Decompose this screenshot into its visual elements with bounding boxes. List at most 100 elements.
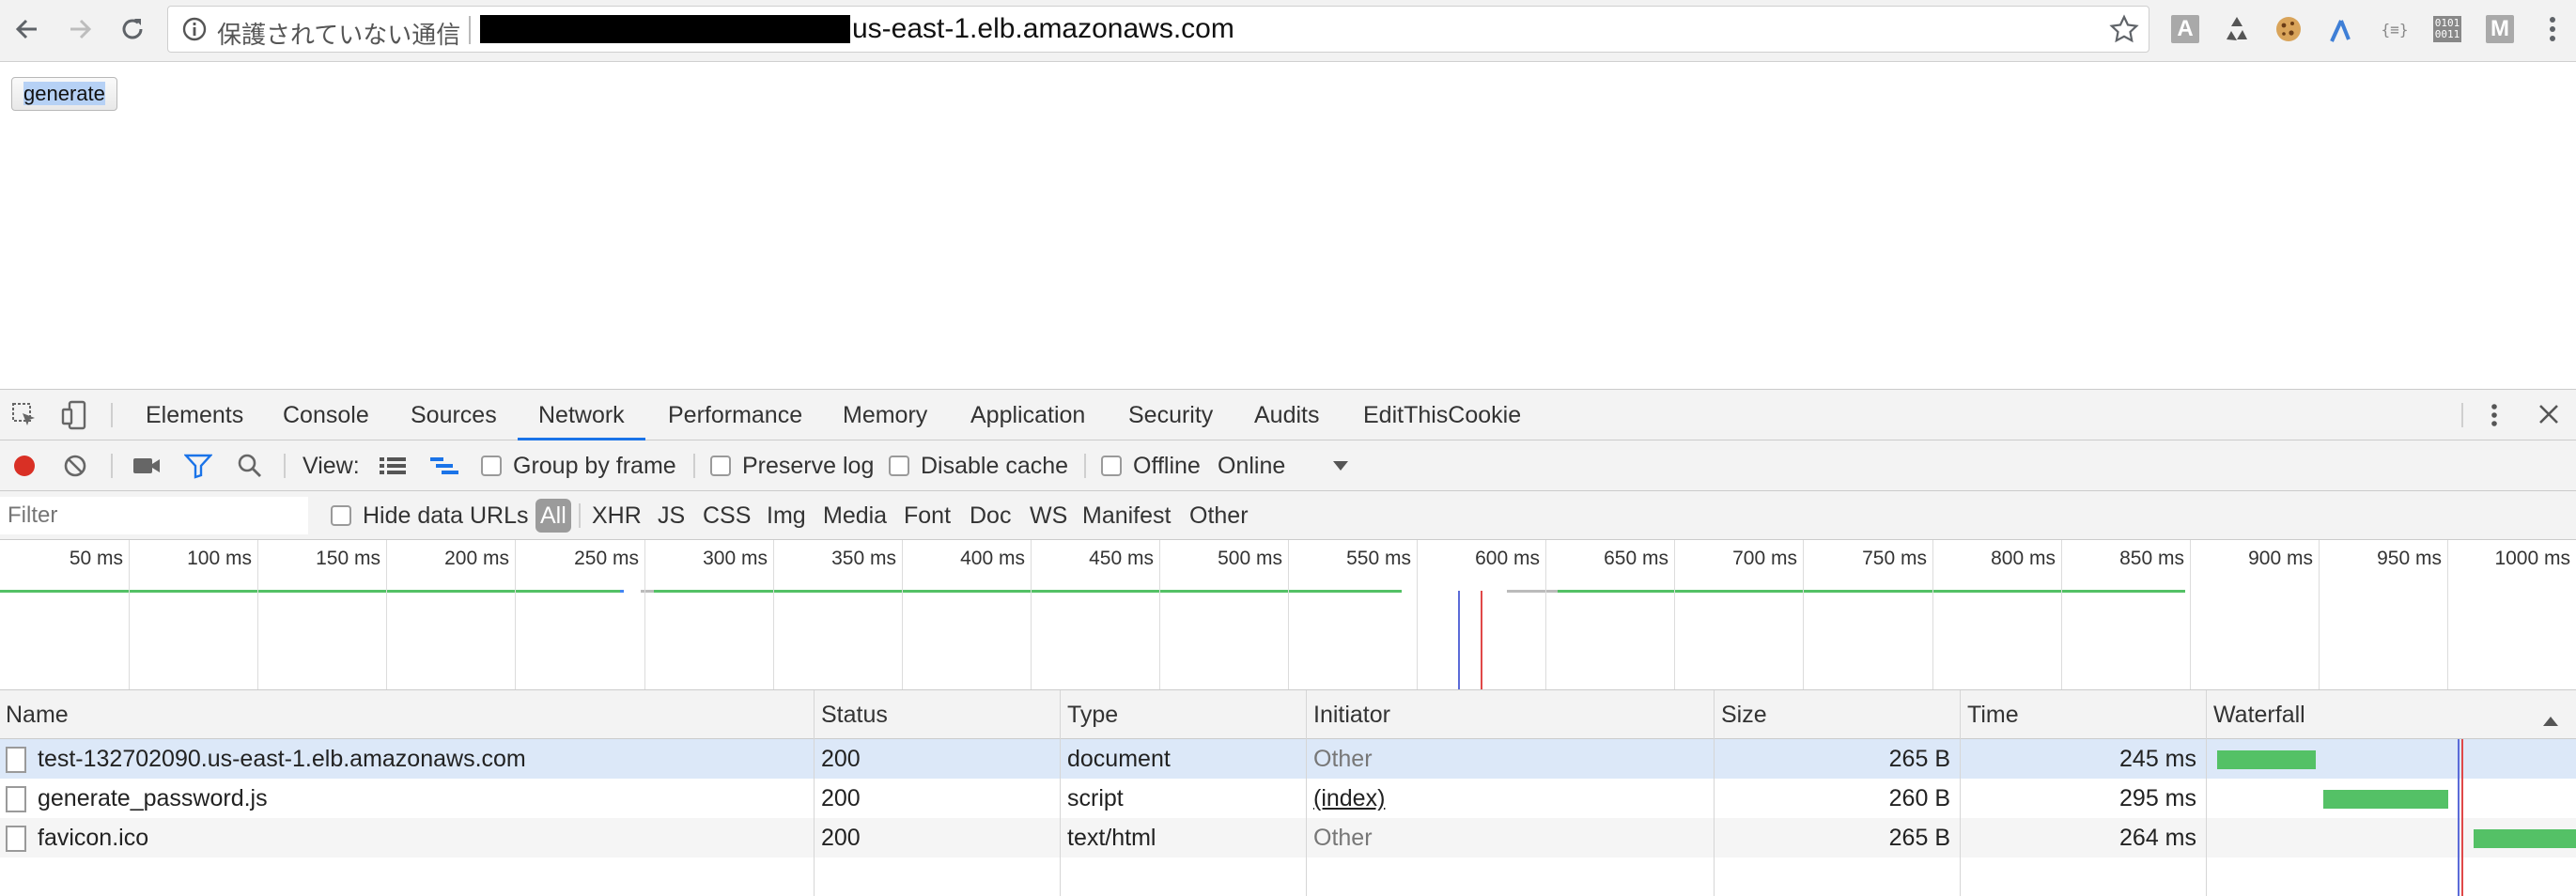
waterfall-bar — [2474, 829, 2576, 848]
filter-input[interactable] — [0, 497, 308, 534]
overview-tick-label: 200 ms — [444, 548, 509, 569]
sort-ascending-icon[interactable] — [2542, 707, 2559, 734]
hide-data-urls-checkbox[interactable]: Hide data URLs — [331, 491, 528, 540]
devtools-menu-icon[interactable] — [2490, 402, 2499, 433]
type-filter-all[interactable]: All — [535, 499, 571, 533]
extension-a-icon[interactable]: A — [2165, 9, 2205, 49]
forward-button[interactable] — [58, 8, 101, 51]
overview-tick-label: 400 ms — [960, 548, 1025, 569]
type-filter-font[interactable]: Font — [904, 491, 951, 540]
binary-icon[interactable]: 0101 0011 — [2428, 9, 2467, 49]
tab-sources[interactable]: Sources — [411, 390, 497, 440]
url-text[interactable]: us-east-1.elb.amazonaws.com — [852, 13, 1234, 45]
column-initiator[interactable]: Initiator — [1308, 690, 1390, 739]
overview-gridline — [1932, 540, 1933, 689]
overview-gridline — [773, 540, 774, 689]
overview-gridline — [515, 540, 516, 689]
omnibox-divider — [469, 16, 471, 44]
tab-performance[interactable]: Performance — [668, 390, 802, 440]
tab-elements[interactable]: Elements — [146, 390, 243, 440]
recycle-icon[interactable] — [2217, 9, 2257, 49]
tab-application[interactable]: Application — [970, 390, 1085, 440]
close-devtools-icon[interactable] — [2537, 402, 2561, 431]
json-braces-icon[interactable]: {≡} — [2375, 9, 2414, 49]
chrome-menu-icon[interactable] — [2533, 9, 2572, 49]
column-divider — [2206, 690, 2207, 896]
throttling-value: Online — [1218, 452, 1286, 479]
disable-cache-checkbox[interactable]: Disable cache — [889, 440, 1068, 491]
address-bar[interactable]: 保護されていない通信 us-east-1.elb.amazonaws.com — [167, 6, 2149, 53]
filter-icon[interactable] — [184, 440, 212, 491]
tab-security[interactable]: Security — [1128, 390, 1213, 440]
table-row[interactable]: test-132702090.us-east-1.elb.amazonaws.c… — [0, 739, 2576, 779]
back-arrow-icon — [15, 19, 37, 39]
type-filter-ws[interactable]: WS — [1030, 491, 1067, 540]
cookie-icon[interactable] — [2269, 9, 2308, 49]
bookmark-star-icon[interactable] — [2109, 14, 2139, 49]
clear-icon[interactable] — [62, 440, 88, 491]
dom-content-loaded-marker — [1458, 591, 1460, 689]
type-filter-xhr[interactable]: XHR — [592, 491, 642, 540]
record-icon[interactable] — [11, 440, 38, 491]
large-rows-icon[interactable] — [380, 440, 406, 491]
overview-tick-label: 150 ms — [316, 548, 380, 569]
table-row[interactable]: favicon.ico 200 text/html Other 265 B 264 ms — [0, 818, 2576, 857]
column-waterfall[interactable]: Waterfall — [2208, 690, 2305, 739]
group-by-frame-checkbox[interactable]: Group by frame — [481, 440, 676, 491]
column-size[interactable]: Size — [1715, 690, 1767, 739]
type-filter-doc[interactable]: Doc — [970, 491, 1011, 540]
overview-gridline — [902, 540, 903, 689]
tab-divider — [2461, 403, 2463, 427]
network-table-header: Name Status Type Initiator Size Time Wat… — [0, 690, 2576, 739]
toolbar-divider — [111, 454, 113, 478]
request-size: 265 B — [1888, 746, 1950, 772]
column-status[interactable]: Status — [815, 690, 888, 739]
extension-m-icon[interactable]: M — [2480, 9, 2520, 49]
device-toolbar-icon[interactable] — [60, 400, 88, 435]
request-status: 200 — [821, 825, 861, 851]
request-name: test-132702090.us-east-1.elb.amazonaws.c… — [38, 746, 526, 772]
preserve-log-checkbox[interactable]: Preserve log — [710, 440, 874, 491]
waterfall-dom-content-loaded-marker — [2458, 739, 2460, 896]
overview-tick-label: 850 ms — [2119, 548, 2184, 569]
hide-data-urls-label: Hide data URLs — [363, 502, 529, 529]
inspect-element-icon[interactable] — [11, 402, 38, 433]
column-time[interactable]: Time — [1962, 690, 2019, 739]
forward-arrow-icon — [70, 19, 92, 39]
tab-editthiscookie[interactable]: EditThisCookie — [1363, 390, 1521, 440]
request-initiator[interactable]: (index) — [1313, 779, 1385, 818]
tab-network[interactable]: Network — [518, 390, 645, 440]
info-icon[interactable] — [181, 16, 208, 47]
type-filter-img[interactable]: Img — [767, 491, 806, 540]
type-filter-js[interactable]: JS — [658, 491, 685, 540]
tab-memory[interactable]: Memory — [843, 390, 927, 440]
table-row[interactable]: generate_password.js 200 script (index) 260 … — [0, 779, 2576, 818]
column-type[interactable]: Type — [1062, 690, 1118, 739]
column-name[interactable]: Name — [0, 690, 69, 739]
type-filter-css[interactable]: CSS — [703, 491, 751, 540]
throttling-select[interactable]: Online — [1218, 440, 1285, 491]
overview-tick-label: 1000 ms — [2494, 548, 2570, 569]
type-filter-other[interactable]: Other — [1189, 491, 1249, 540]
reload-button[interactable] — [111, 8, 154, 51]
type-filter-manifest[interactable]: Manifest — [1082, 491, 1171, 540]
overview-tick-label: 450 ms — [1089, 548, 1154, 569]
tab-console[interactable]: Console — [283, 390, 369, 440]
overview-icon[interactable] — [430, 440, 458, 491]
capture-screenshots-icon[interactable] — [132, 440, 162, 491]
throttling-dropdown-icon[interactable] — [1332, 440, 1349, 491]
request-initiator: Other — [1313, 746, 1373, 772]
network-overview-timeline[interactable]: 50 ms 100 ms 150 ms 200 ms 250 ms 300 ms 350 m… — [0, 540, 2576, 690]
devtools-tab-bar: Elements Console Sources Network Perform… — [0, 390, 2576, 440]
security-status[interactable]: 保護されていない通信 — [217, 16, 460, 51]
offline-checkbox[interactable]: Offline — [1101, 440, 1201, 491]
type-filter-media[interactable]: Media — [823, 491, 887, 540]
back-button[interactable] — [6, 8, 49, 51]
search-icon[interactable] — [237, 440, 263, 491]
tab-audits[interactable]: Audits — [1254, 390, 1319, 440]
overview-gridline — [129, 540, 130, 689]
generate-button[interactable]: generate — [11, 77, 117, 111]
branch-icon[interactable] — [2320, 9, 2360, 49]
column-divider — [1306, 690, 1307, 896]
overview-request-bar — [0, 590, 624, 593]
